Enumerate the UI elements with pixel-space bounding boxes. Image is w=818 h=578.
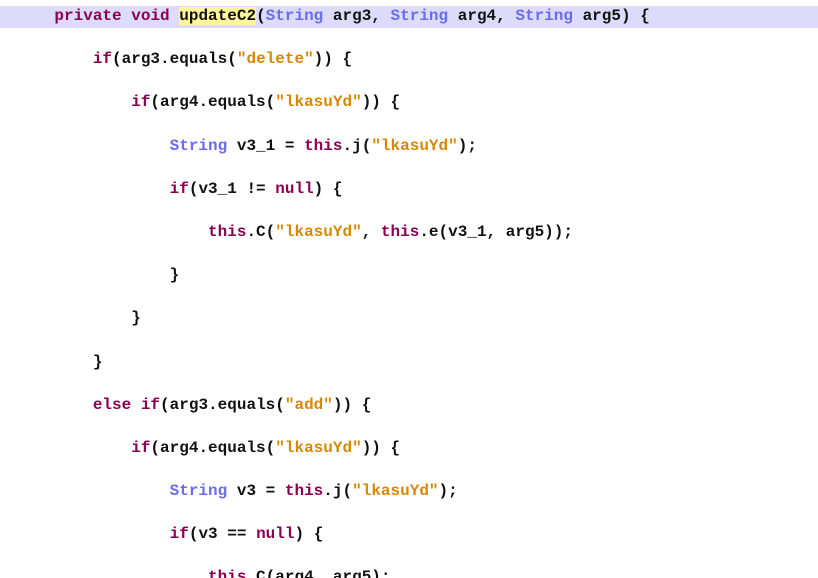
keyword: else	[93, 396, 131, 414]
keyword: if	[141, 396, 160, 414]
code-block: private void updateC2(String arg3, Strin…	[0, 0, 818, 578]
string-literal: "lkasuYd"	[352, 482, 438, 500]
code-line: if(arg4.equals("lkasuYd")) {	[0, 92, 818, 114]
type: String	[391, 7, 449, 25]
code-line: else if(arg3.equals("add")) {	[0, 395, 818, 417]
keyword: if	[170, 525, 189, 543]
keyword: if	[131, 439, 150, 457]
keyword: if	[131, 93, 150, 111]
code-line: }	[0, 352, 818, 374]
string-literal: "lkasuYd"	[275, 93, 361, 111]
keyword: if	[170, 180, 189, 198]
string-literal: "lkasuYd"	[371, 137, 457, 155]
string-literal: "lkasuYd"	[275, 439, 361, 457]
code-line: String v3 = this.j("lkasuYd");	[0, 481, 818, 503]
keyword: this	[208, 223, 246, 241]
keyword: null	[256, 525, 294, 543]
keyword: null	[275, 180, 313, 198]
type: String	[170, 482, 228, 500]
keyword: this	[304, 137, 342, 155]
code-line: this.C(arg4, arg5);	[0, 567, 818, 578]
string-literal: "delete"	[237, 50, 314, 68]
type: String	[266, 7, 324, 25]
keyword: this	[208, 568, 246, 578]
code-line: if(arg4.equals("lkasuYd")) {	[0, 438, 818, 460]
keyword: void	[131, 7, 169, 25]
code-line: }	[0, 308, 818, 330]
keyword: this	[285, 482, 323, 500]
code-line: if(arg3.equals("delete")) {	[0, 49, 818, 71]
code-line: String v3_1 = this.j("lkasuYd");	[0, 136, 818, 158]
code-line: if(v3_1 != null) {	[0, 179, 818, 201]
code-line: private void updateC2(String arg3, Strin…	[0, 6, 818, 28]
code-line: this.C("lkasuYd", this.e(v3_1, arg5));	[0, 222, 818, 244]
code-line: if(v3 == null) {	[0, 524, 818, 546]
keyword: if	[93, 50, 112, 68]
keyword: private	[54, 7, 121, 25]
keyword: this	[381, 223, 419, 241]
string-literal: "lkasuYd"	[275, 223, 361, 241]
code-line: }	[0, 265, 818, 287]
string-literal: "add"	[285, 396, 333, 414]
method-name: updateC2	[179, 7, 256, 25]
type: String	[515, 7, 573, 25]
type: String	[170, 137, 228, 155]
